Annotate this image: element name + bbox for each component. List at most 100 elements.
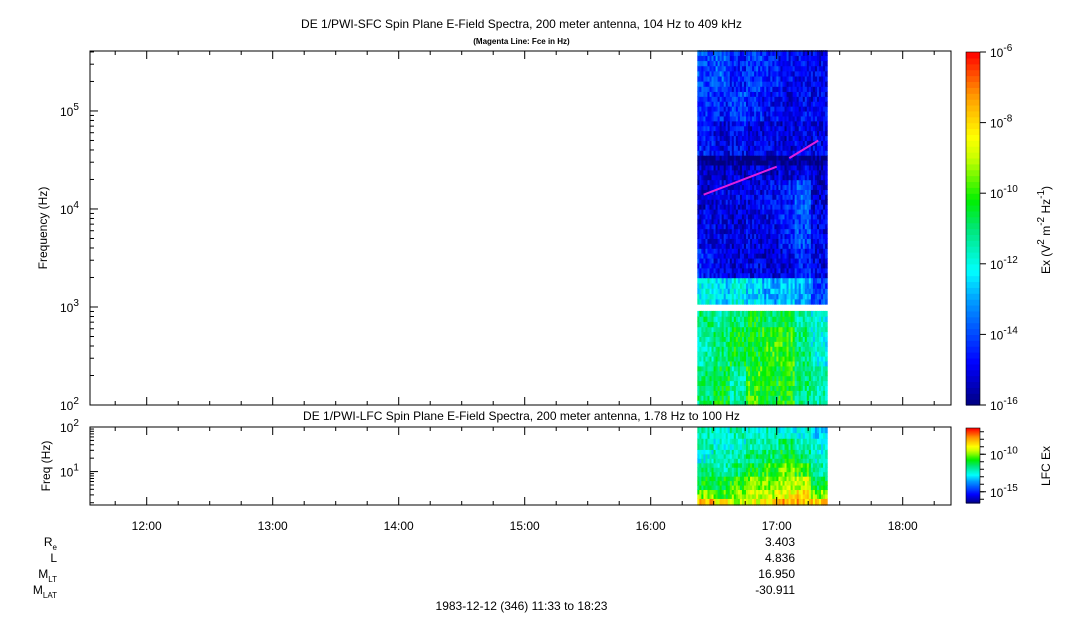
colorbar-swatch bbox=[966, 222, 980, 230]
spectrogram-cell bbox=[825, 375, 828, 382]
spectrogram-cell bbox=[825, 282, 828, 289]
colorbar-swatch bbox=[966, 387, 980, 394]
colorbar-swatch bbox=[966, 381, 980, 388]
spectrogram-cell bbox=[825, 70, 828, 77]
colorbar-swatch bbox=[966, 369, 980, 377]
colorbar-swatch bbox=[966, 246, 980, 253]
spectrogram-cell bbox=[825, 293, 828, 300]
colorbar-swatch bbox=[966, 234, 980, 241]
spectrogram-cell bbox=[825, 336, 828, 342]
spectrogram-cell bbox=[825, 179, 828, 186]
spectrogram-cell bbox=[825, 110, 828, 117]
colorbar-swatch bbox=[966, 310, 980, 318]
spectrogram-cell bbox=[825, 298, 828, 305]
spectrogram-cell bbox=[825, 101, 828, 107]
spectrogram-cell bbox=[825, 321, 828, 328]
colorbar-swatch bbox=[966, 328, 980, 335]
spectrogram-cell bbox=[825, 360, 828, 367]
colorbar-swatch bbox=[966, 399, 980, 406]
spectrogram-cell bbox=[825, 233, 828, 239]
colorbar-swatch bbox=[966, 116, 980, 124]
spectrogram-cell bbox=[825, 253, 828, 259]
spectrogram-cell bbox=[825, 145, 828, 151]
colorbar-swatch bbox=[966, 187, 980, 194]
colorbar-swatch bbox=[966, 175, 980, 183]
colorbar-swatch bbox=[966, 269, 980, 277]
spectrogram-cell bbox=[825, 355, 828, 362]
spectrogram-cell bbox=[825, 262, 828, 269]
spectrogram-cell bbox=[825, 81, 828, 87]
colorbar-swatch bbox=[966, 140, 980, 147]
spectrogram-cell bbox=[825, 243, 828, 249]
spectrogram-cell bbox=[825, 257, 828, 264]
colorbar-swatch bbox=[966, 57, 980, 65]
colorbar-swatch bbox=[966, 322, 980, 330]
spectrogram-cell bbox=[825, 159, 828, 166]
colorbar-swatch bbox=[966, 334, 980, 341]
colorbar-swatch bbox=[966, 316, 980, 324]
spectrogram-cell bbox=[825, 223, 828, 230]
colorbar-swatch bbox=[966, 63, 980, 71]
spectrogram-cell bbox=[825, 208, 828, 215]
spectrogram-cell bbox=[825, 189, 828, 195]
colorbar-swatch bbox=[966, 181, 980, 188]
spectrogram-cell bbox=[825, 55, 828, 62]
colorbar-swatch bbox=[966, 304, 980, 312]
spectrogram-cell bbox=[825, 125, 828, 132]
colorbar-tick-label: 10-12 bbox=[990, 255, 1018, 272]
spectrogram-cell bbox=[825, 96, 828, 102]
spectrogram-cell bbox=[825, 351, 828, 357]
colorbar-swatch bbox=[966, 293, 980, 300]
spectrogram-cell bbox=[825, 316, 828, 322]
spectrogram-cell bbox=[825, 326, 828, 333]
colorbar-swatch bbox=[966, 87, 980, 94]
colorbar-swatch bbox=[966, 199, 980, 206]
spectrogram-cell bbox=[825, 120, 828, 127]
colorbar-swatch bbox=[966, 193, 980, 200]
spectrogram-cell bbox=[825, 65, 828, 72]
colorbar-swatch bbox=[966, 146, 980, 153]
lower-spectrogram bbox=[697, 427, 828, 506]
spectrogram-cell bbox=[825, 390, 828, 396]
colorbar-swatch bbox=[966, 257, 980, 265]
y-tick-label: 102 bbox=[60, 396, 79, 413]
y-tick-label: 104 bbox=[60, 200, 79, 217]
colorbar-swatch bbox=[966, 375, 980, 383]
spectrogram-cell bbox=[825, 135, 828, 141]
y-axis-label: Frequency (Hz) bbox=[36, 187, 50, 270]
spectrogram-cell bbox=[825, 489, 828, 495]
spectrogram-cell bbox=[825, 341, 828, 347]
colorbar-swatch bbox=[966, 152, 980, 159]
spectrogram-cell bbox=[825, 75, 828, 82]
spectrogram-cell bbox=[825, 380, 828, 386]
spectrogram-cell bbox=[825, 272, 828, 279]
colorbar-swatch bbox=[966, 210, 980, 218]
spectrogram-cell bbox=[825, 395, 828, 401]
spectrogram-cell bbox=[825, 169, 828, 176]
spectrogram-cell bbox=[825, 155, 828, 161]
colorbar-swatch bbox=[966, 81, 980, 88]
spectrogram-cell bbox=[825, 288, 828, 295]
colorbar-tick-label: 10-10 bbox=[990, 184, 1018, 201]
spectrogram-cell bbox=[825, 204, 828, 210]
colorbar-swatch bbox=[966, 216, 980, 224]
spectrogram-cell bbox=[825, 174, 828, 181]
colorbar-tick-label: 10-14 bbox=[990, 325, 1018, 342]
colorbar-swatch bbox=[966, 263, 980, 271]
spectrogram-cell bbox=[825, 238, 828, 244]
spectrogram-cell bbox=[825, 194, 828, 200]
colorbar-swatch bbox=[966, 134, 980, 141]
colorbar-swatch bbox=[966, 52, 980, 59]
spectrogram-cell bbox=[825, 218, 828, 225]
spectrogram-cell bbox=[825, 164, 828, 171]
spectrogram-cell bbox=[825, 267, 828, 274]
colorbar-swatch bbox=[966, 281, 980, 288]
plot-window: DE 1/PWI-SFC Spin Plane E-Field Spectra,… bbox=[0, 0, 1083, 620]
colorbar-tick-label: 10-6 bbox=[990, 43, 1013, 60]
upper-colorbar bbox=[965, 51, 981, 406]
colorbar-swatch bbox=[966, 363, 980, 371]
spectrogram-cell bbox=[825, 213, 828, 220]
spectrogram-cell bbox=[825, 331, 828, 337]
colorbar-swatch bbox=[966, 252, 980, 259]
spectrogram-cell bbox=[825, 346, 828, 352]
